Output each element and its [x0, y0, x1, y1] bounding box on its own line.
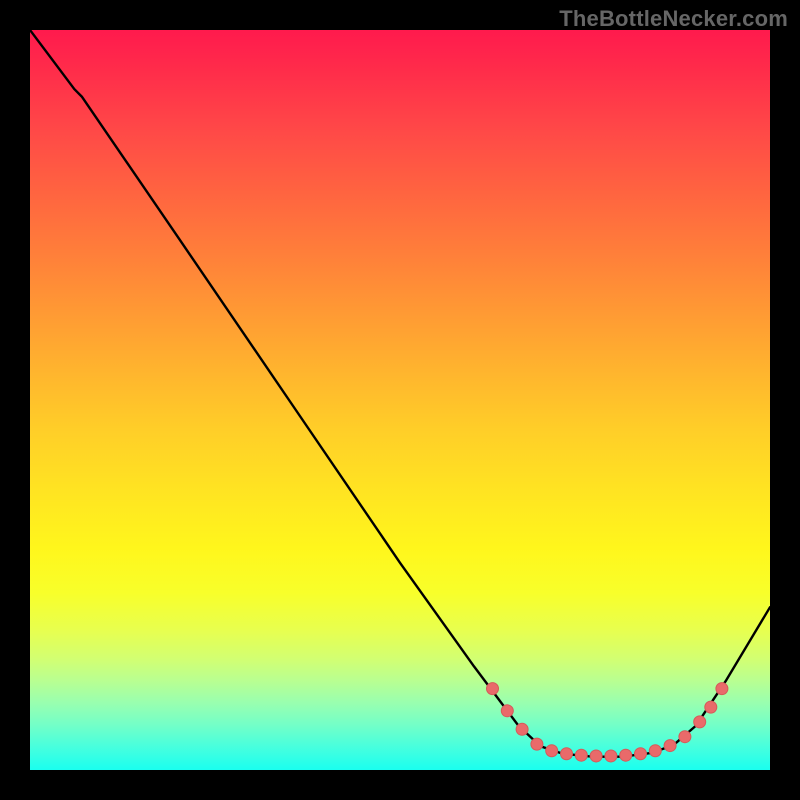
marker-dot — [694, 716, 706, 728]
chart-svg — [30, 30, 770, 770]
trough-markers — [487, 683, 728, 762]
marker-dot — [705, 701, 717, 713]
marker-dot — [620, 749, 632, 761]
marker-dot — [716, 683, 728, 695]
marker-dot — [679, 731, 691, 743]
bottleneck-curve — [30, 30, 770, 757]
marker-dot — [516, 723, 528, 735]
marker-dot — [664, 740, 676, 752]
watermark-text: TheBottleNecker.com — [559, 6, 788, 32]
marker-dot — [561, 748, 573, 760]
marker-dot — [501, 705, 513, 717]
marker-dot — [590, 750, 602, 762]
marker-dot — [487, 683, 499, 695]
marker-dot — [531, 738, 543, 750]
marker-dot — [575, 749, 587, 761]
marker-dot — [546, 745, 558, 757]
marker-dot — [649, 745, 661, 757]
plot-area — [30, 30, 770, 770]
marker-dot — [635, 748, 647, 760]
chart-frame: TheBottleNecker.com — [0, 0, 800, 800]
marker-dot — [605, 750, 617, 762]
